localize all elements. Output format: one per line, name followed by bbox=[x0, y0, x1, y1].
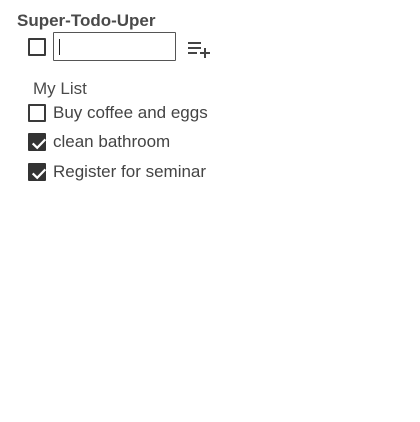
todo-label: clean bathroom bbox=[53, 132, 171, 151]
new-todo-input[interactable] bbox=[53, 32, 176, 61]
todo-checkbox[interactable] bbox=[28, 163, 47, 181]
todo-app: Super-Todo-Uper My List Buy coffee and e… bbox=[0, 0, 420, 422]
todo-item[interactable]: Buy coffee and eggs bbox=[28, 101, 288, 125]
todo-label: Buy coffee and eggs bbox=[53, 103, 208, 122]
todo-item[interactable]: clean bathroom bbox=[28, 130, 288, 154]
todo-checkbox[interactable] bbox=[28, 104, 46, 122]
text-cursor bbox=[59, 39, 60, 55]
add-todo-button[interactable] bbox=[186, 37, 212, 59]
new-todo-checkbox[interactable] bbox=[28, 38, 46, 56]
checkmark-icon bbox=[31, 138, 47, 150]
app-title: Super-Todo-Uper bbox=[17, 11, 156, 30]
playlist-add-icon bbox=[188, 42, 210, 58]
new-todo-row bbox=[28, 32, 228, 62]
checkmark-icon bbox=[31, 168, 47, 180]
list-title: My List bbox=[33, 79, 87, 98]
todo-item[interactable]: Register for seminar bbox=[28, 160, 288, 184]
todo-checkbox[interactable] bbox=[28, 133, 47, 151]
todo-label: Register for seminar bbox=[53, 162, 207, 181]
